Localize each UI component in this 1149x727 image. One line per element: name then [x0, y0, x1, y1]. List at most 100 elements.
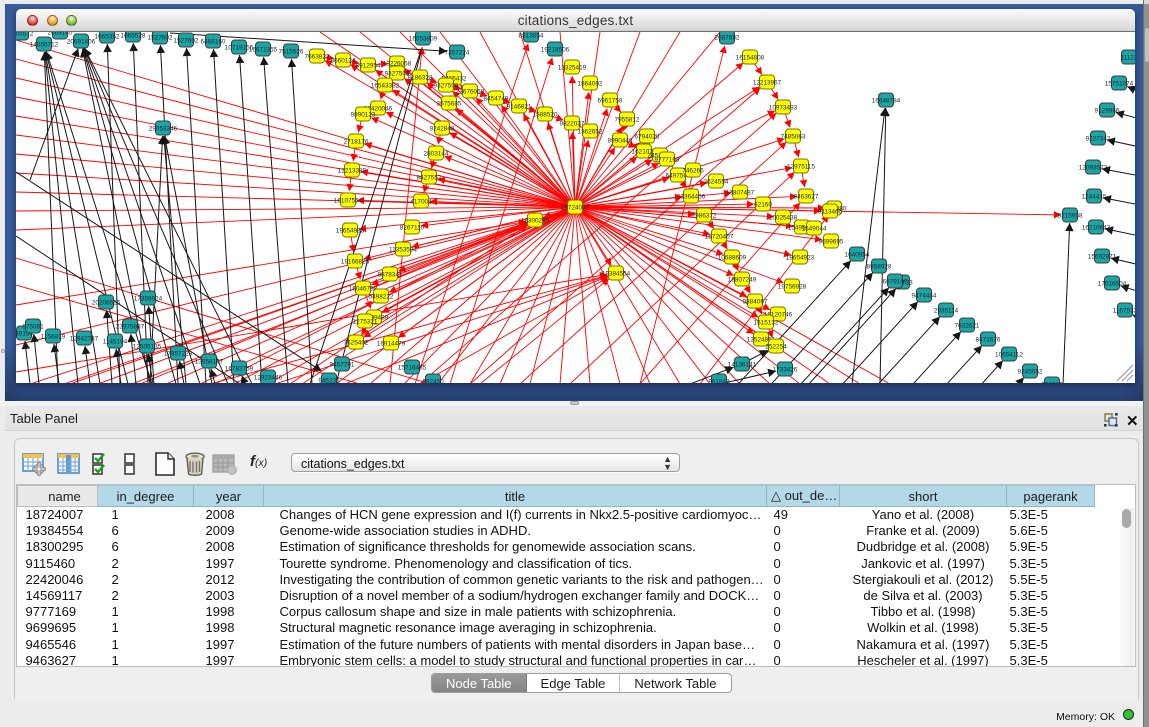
- svg-text:992450: 992450: [422, 378, 444, 383]
- svg-text:16782759: 16782759: [225, 365, 254, 372]
- svg-text:1733426: 1733426: [773, 366, 798, 373]
- svg-text:10025438: 10025438: [769, 214, 798, 221]
- svg-text:12213967: 12213967: [753, 79, 782, 86]
- svg-text:9884067: 9884067: [743, 298, 768, 305]
- svg-text:7986372: 7986372: [692, 212, 717, 219]
- svg-text:9890123: 9890123: [351, 111, 376, 118]
- svg-text:8427552: 8427552: [417, 174, 442, 181]
- svg-text:1275321: 1275321: [353, 318, 378, 325]
- svg-text:1615132: 1615132: [754, 319, 779, 326]
- svg-text:417004: 417004: [410, 198, 432, 205]
- svg-text:18300295: 18300295: [521, 217, 550, 224]
- svg-text:14136141: 14136141: [728, 361, 757, 368]
- svg-text:8958928: 8958928: [867, 263, 892, 270]
- svg-text:16543382: 16543382: [371, 82, 400, 89]
- svg-text:12093572: 12093572: [1079, 164, 1108, 171]
- svg-text:15751074: 15751074: [1105, 80, 1134, 87]
- svg-text:10654112: 10654112: [995, 351, 1023, 358]
- svg-text:29053346: 29053346: [149, 125, 178, 132]
- svg-text:9699695: 9699695: [819, 238, 844, 245]
- svg-text:1864092: 1864092: [578, 80, 603, 87]
- svg-text:15720407: 15720407: [705, 233, 734, 240]
- svg-text:23676068: 23676068: [456, 88, 485, 95]
- svg-text:1156819: 1156819: [41, 333, 66, 340]
- svg-text:8215958: 8215958: [1058, 212, 1083, 219]
- svg-text:8186328: 8186328: [408, 74, 433, 81]
- svg-text:6879197: 6879197: [883, 278, 908, 285]
- svg-text:5498222: 5498222: [369, 293, 394, 300]
- svg-text:8454749: 8454749: [484, 95, 509, 102]
- svg-text:13958107: 13958107: [195, 358, 224, 365]
- svg-text:19654923: 19654923: [786, 254, 815, 261]
- svg-text:1527602: 1527602: [174, 37, 199, 44]
- svg-text:9463627: 9463627: [794, 193, 819, 200]
- svg-text:6466160: 6466160: [201, 38, 226, 45]
- svg-text:2069140: 2069140: [48, 32, 73, 36]
- svg-text:16671355: 16671355: [249, 46, 278, 53]
- svg-text:10688609: 10688609: [718, 254, 747, 261]
- svg-text:19654985: 19654985: [336, 227, 365, 234]
- svg-text:7663822: 7663822: [305, 53, 330, 60]
- svg-text:3624554: 3624554: [704, 178, 729, 185]
- svg-text:12213389: 12213389: [338, 167, 367, 174]
- svg-text:16154808: 16154808: [736, 54, 765, 61]
- svg-text:746266: 746266: [682, 167, 704, 174]
- svg-text:10807487: 10807487: [726, 189, 755, 196]
- svg-text:18807249: 18807249: [728, 276, 757, 283]
- svg-text:7955812: 7955812: [615, 116, 640, 123]
- svg-text:17359924: 17359924: [134, 295, 163, 302]
- svg-text:19756928: 19756928: [778, 283, 807, 290]
- svg-text:16107554: 16107554: [334, 197, 363, 204]
- svg-text:12975115: 12975115: [787, 163, 815, 170]
- svg-text:19218506: 19218506: [541, 46, 570, 53]
- svg-text:2687682: 2687682: [715, 34, 740, 41]
- svg-text:17016504: 17016504: [1098, 280, 1127, 287]
- svg-text:6961758: 6961758: [598, 97, 623, 104]
- svg-text:9457791: 9457791: [330, 361, 355, 368]
- svg-text:20364456: 20364456: [677, 193, 706, 200]
- svg-text:8471676: 8471676: [976, 336, 1001, 343]
- svg-text:8267110: 8267110: [400, 224, 425, 231]
- svg-text:15716485: 15716485: [398, 364, 427, 371]
- svg-text:7357224: 7357224: [445, 49, 470, 56]
- svg-text:9777169: 9777169: [655, 156, 680, 163]
- svg-text:1362652: 1362652: [578, 128, 603, 135]
- svg-text:875081: 875081: [22, 323, 44, 330]
- svg-text:16053809: 16053809: [409, 35, 438, 42]
- svg-text:2718176: 2718176: [344, 138, 369, 145]
- svg-text:12505135: 12505135: [133, 343, 162, 350]
- svg-text:9242848: 9242848: [430, 125, 455, 132]
- svg-text:9822037: 9822037: [560, 120, 585, 127]
- svg-text:7515526: 7515526: [279, 48, 304, 55]
- svg-text:17957223: 17957223: [164, 350, 193, 357]
- svg-text:7485063: 7485063: [781, 133, 806, 140]
- svg-text:8813054: 8813054: [519, 32, 544, 39]
- svg-text:8878342: 8878342: [378, 271, 403, 278]
- svg-text:20691406: 20691406: [67, 38, 96, 45]
- svg-text:16210643: 16210643: [1082, 224, 1111, 231]
- svg-text:1527602: 1527602: [148, 34, 173, 41]
- svg-text:6794028: 6794028: [635, 133, 660, 140]
- svg-text:9146821: 9146821: [507, 103, 532, 110]
- svg-text:1549044: 1549044: [802, 225, 827, 232]
- svg-text:1065528: 1065528: [121, 32, 146, 39]
- svg-text:16648784: 16648784: [872, 97, 901, 104]
- svg-text:19166825: 19166825: [341, 258, 370, 265]
- svg-text:2803144: 2803144: [424, 150, 449, 157]
- svg-text:9474444: 9474444: [912, 292, 937, 299]
- svg-text:10973493: 10973493: [769, 104, 798, 111]
- svg-text:924565: 924565: [1041, 381, 1063, 383]
- svg-text:8912954: 8912954: [356, 62, 381, 69]
- svg-text:12923446: 12923446: [254, 374, 283, 381]
- svg-text:62160: 62160: [754, 201, 772, 208]
- svg-text:19384554: 19384554: [602, 270, 631, 277]
- svg-text:9245652: 9245652: [1018, 368, 1043, 375]
- svg-text:3675685: 3675685: [437, 100, 462, 107]
- svg-text:945231: 945231: [318, 377, 340, 383]
- svg-text:1065352: 1065352: [95, 33, 120, 40]
- svg-text:961848: 961848: [708, 378, 730, 383]
- svg-text:252254: 252254: [765, 343, 787, 350]
- svg-text:23975887: 23975887: [116, 323, 145, 330]
- svg-text:9327506: 9327506: [385, 70, 410, 77]
- svg-text:1640954: 1640954: [845, 251, 870, 258]
